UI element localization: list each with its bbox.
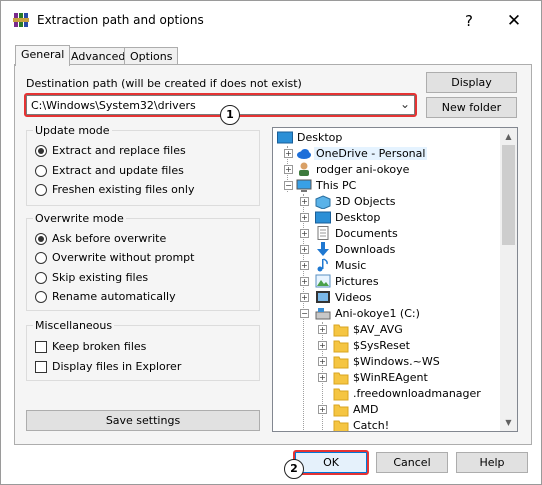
option-label: Ask before overwrite <box>52 232 167 245</box>
option-label: Extract and update files <box>52 164 184 177</box>
tree-item-label: rodger ani-okoye <box>316 163 410 176</box>
expand-plus-icon[interactable]: + <box>318 357 327 366</box>
annotation-badge-2: 2 <box>284 459 304 479</box>
tree-item-label: Documents <box>335 227 398 240</box>
expand-plus-icon[interactable]: + <box>300 293 309 302</box>
drive-icon <box>315 308 331 320</box>
tree-scrollbar[interactable]: ▲ ▼ <box>500 128 517 431</box>
window-title: Extraction path and options <box>37 13 204 27</box>
option-label: Rename automatically <box>52 290 176 303</box>
display-button[interactable]: Display <box>426 72 517 93</box>
radio-button[interactable] <box>35 291 47 303</box>
highlight-ok-box <box>293 450 369 475</box>
option-label: Keep broken files <box>52 340 147 353</box>
expand-plus-icon[interactable]: + <box>284 149 293 158</box>
music-icon <box>317 258 328 272</box>
tree-item-label: Desktop <box>297 131 343 144</box>
help-button[interactable]: Help <box>456 452 528 473</box>
title-bar: Extraction path and options ? ✕ <box>1 1 541 41</box>
winrar-app-icon <box>13 13 29 27</box>
tree-item-label: Catch! <box>353 419 390 432</box>
checkbox[interactable] <box>35 361 47 373</box>
radio-button[interactable] <box>35 145 47 157</box>
option-label: Extract and replace files <box>52 144 186 157</box>
expand-plus-icon[interactable]: + <box>318 373 327 382</box>
desktop-icon <box>277 131 293 144</box>
expand-plus-icon[interactable]: + <box>300 229 309 238</box>
downloads-icon <box>317 242 329 256</box>
tree-item-label: Videos <box>335 291 372 304</box>
3d-objects-icon <box>315 195 331 209</box>
tab-options[interactable]: Options <box>124 47 179 65</box>
folder-icon <box>333 404 349 417</box>
annotation-badge-1: 1 <box>220 105 240 125</box>
tree-item-label: Desktop <box>335 211 381 224</box>
expand-plus-icon[interactable]: + <box>300 277 309 286</box>
miscellaneous-title: Miscellaneous <box>33 319 115 332</box>
tree-item-label: $Windows.~WS <box>353 355 440 368</box>
expand-plus-icon[interactable]: + <box>284 165 293 174</box>
destination-path-label: Destination path (will be created if doe… <box>26 77 302 90</box>
save-settings-button[interactable]: Save settings <box>26 410 260 431</box>
tree-item-label: Downloads <box>335 243 396 256</box>
scrollbar-thumb[interactable] <box>502 145 515 245</box>
scroll-up-icon[interactable]: ▲ <box>500 128 517 145</box>
expand-plus-icon[interactable]: + <box>300 213 309 222</box>
help-title-button[interactable]: ? <box>455 7 483 35</box>
collapse-minus-icon[interactable]: − <box>300 309 309 318</box>
tree-item-label: AMD <box>353 403 379 416</box>
pictures-icon <box>315 274 331 288</box>
onedrive-cloud-icon <box>297 149 311 159</box>
computer-icon <box>296 179 312 192</box>
folder-icon <box>333 356 349 369</box>
checkbox[interactable] <box>35 341 47 353</box>
folder-icon <box>333 372 349 385</box>
extraction-dialog: Extraction path and options ? ✕ General … <box>0 0 542 485</box>
expand-plus-icon[interactable]: + <box>318 341 327 350</box>
tree-item-label: Pictures <box>335 275 379 288</box>
overwrite-mode-title: Overwrite mode <box>33 212 126 225</box>
tree-item-label: .freedownloadmanager <box>353 387 481 400</box>
folder-icon <box>333 340 349 353</box>
radio-button[interactable] <box>35 165 47 177</box>
option-label: Freshen existing files only <box>52 183 195 196</box>
tree-item-label: $WinREAgent <box>353 371 428 384</box>
new-folder-button[interactable]: New folder <box>426 97 517 118</box>
tab-advanced[interactable]: Advanced <box>65 47 132 65</box>
radio-button[interactable] <box>35 272 47 284</box>
folder-icon <box>333 388 349 401</box>
desktop-icon <box>315 211 331 224</box>
expand-plus-icon[interactable]: + <box>300 197 309 206</box>
tab-general[interactable]: General <box>15 45 71 66</box>
expand-plus-icon[interactable]: + <box>300 245 309 254</box>
folder-tree[interactable]: Desktop + OneDrive - Personal + rodger a… <box>272 127 518 432</box>
cancel-button[interactable]: Cancel <box>376 452 448 473</box>
folder-icon <box>333 420 349 431</box>
radio-button[interactable] <box>35 184 47 196</box>
videos-icon <box>316 291 330 303</box>
user-icon <box>299 162 309 176</box>
radio-button[interactable] <box>35 233 47 245</box>
update-mode-title: Update mode <box>33 124 112 137</box>
tree-item-label: Music <box>335 259 367 272</box>
expand-plus-icon[interactable]: + <box>318 405 327 414</box>
radio-button[interactable] <box>35 252 47 264</box>
documents-icon <box>317 226 329 240</box>
tree-item-label: This PC <box>316 179 357 192</box>
close-button[interactable]: ✕ <box>497 7 531 35</box>
option-label: Skip existing files <box>52 271 149 284</box>
tree-item-label: Ani-okoye1 (C:) <box>335 307 420 320</box>
tree-item-label: $SysReset <box>353 339 410 352</box>
option-label: Display files in Explorer <box>52 360 182 373</box>
option-label: Overwrite without prompt <box>52 251 195 264</box>
scroll-down-icon[interactable]: ▼ <box>500 414 517 431</box>
expand-plus-icon[interactable]: + <box>318 325 327 334</box>
folder-icon <box>333 324 349 337</box>
collapse-minus-icon[interactable]: − <box>284 181 293 190</box>
tree-item-label: 3D Objects <box>335 195 396 208</box>
expand-plus-icon[interactable]: + <box>300 261 309 270</box>
tree-item-label: $AV_AVG <box>353 323 403 336</box>
tree-item-label: OneDrive - Personal <box>314 147 428 160</box>
